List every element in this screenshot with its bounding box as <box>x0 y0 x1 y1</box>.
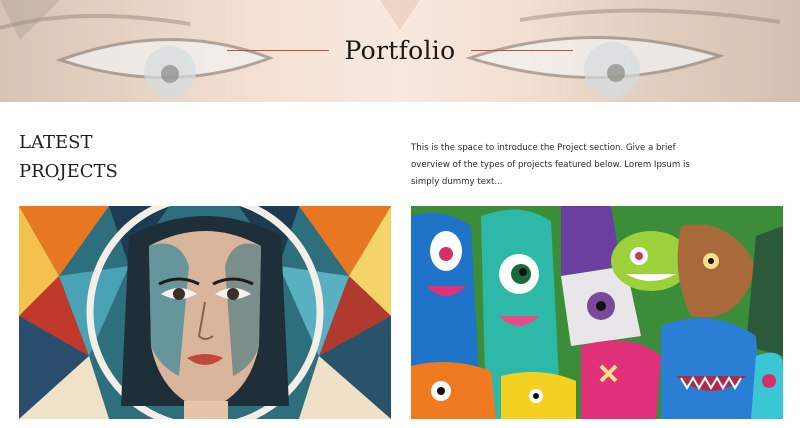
title-divider-left <box>226 49 329 51</box>
section-heading-line-2: PROJECTS <box>19 161 118 182</box>
project-image-portrait-mural[interactable] <box>19 206 391 419</box>
project-image-monster-graffiti[interactable] <box>411 206 783 419</box>
title-divider-right <box>471 49 574 51</box>
section-description: This is the space to introduce the Proje… <box>411 143 690 187</box>
hero-banner: Portfolio <box>0 0 800 102</box>
section-heading: LATEST PROJECTS <box>19 128 259 186</box>
portrait-mural-graphic <box>19 206 391 419</box>
section-heading-line-1: LATEST <box>19 132 93 153</box>
monster-graffiti-graphic <box>411 206 783 419</box>
hero-title-group: Portfolio <box>0 28 800 72</box>
page-title: Portfolio <box>344 35 456 65</box>
